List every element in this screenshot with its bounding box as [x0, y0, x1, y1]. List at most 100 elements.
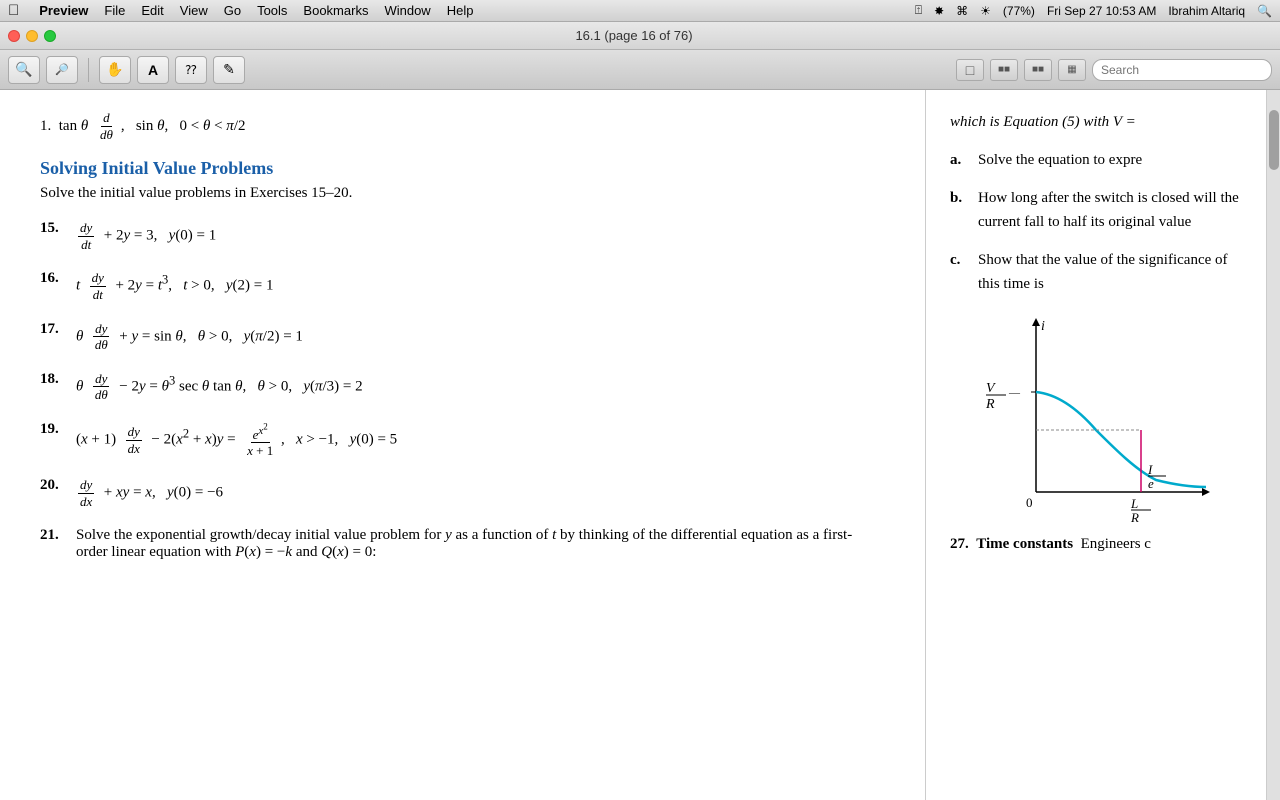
svg-text:i: i	[1041, 319, 1045, 334]
menu-help[interactable]: Help	[447, 3, 474, 18]
menu-edit[interactable]: Edit	[141, 3, 163, 18]
label-c: c.	[950, 248, 970, 296]
right-page-content: which is Equation (5) with V = a. Solve …	[950, 110, 1242, 556]
main-window: 16.1 (page 16 of 76) 🔍 🔎 ✋ A ⁇ ✎ □ ■■ ■■…	[0, 22, 1280, 800]
problem-17: 17. θ dy dθ + y = sin θ, θ > 0, y(π/2) =…	[40, 321, 885, 353]
frac-dy-dtheta-18: dy dθ	[93, 371, 110, 403]
top-formula-text: 1. tan θ	[40, 118, 92, 135]
right-item-a: a. Solve the equation to expre	[950, 148, 1242, 172]
toolbar: 🔍 🔎 ✋ A ⁇ ✎ □ ■■ ■■ ▦	[0, 50, 1280, 90]
problem-27-num: 27.	[950, 536, 969, 552]
section-intro: Solve the initial value problems in Exer…	[40, 185, 885, 202]
problem-18-num: 18.	[40, 371, 76, 388]
username: Ibrahim Altariq	[1168, 4, 1245, 18]
svg-text:e: e	[1148, 476, 1154, 491]
search-input[interactable]	[1092, 59, 1272, 81]
view-grid-button[interactable]: ▦	[1058, 59, 1086, 81]
toolbar-separator-1	[88, 58, 89, 82]
label-b: b.	[950, 186, 970, 234]
text-button[interactable]: A	[137, 56, 169, 84]
right-item-c: c. Show that the value of the significan…	[950, 248, 1242, 296]
problem-27-text: Engineers c	[1081, 536, 1151, 552]
view-thumb-button[interactable]: ■■	[1024, 59, 1052, 81]
graph-container: V R i	[976, 312, 1216, 532]
minimize-button[interactable]	[26, 30, 38, 42]
title-bar: 16.1 (page 16 of 76)	[0, 22, 1280, 50]
search-menubar-icon[interactable]: 🔍	[1257, 4, 1272, 18]
bluetooth-icon: ✸	[934, 4, 944, 18]
problem-27-bold: Time constants	[976, 536, 1073, 552]
frac-dy-dt-15: dy dt	[78, 220, 94, 252]
problem-16: 16. t dy dt + 2y = t3, t > 0, y(2) = 1	[40, 270, 885, 302]
zoom-out-button[interactable]: 🔍	[8, 56, 40, 84]
close-button[interactable]	[8, 30, 20, 42]
svg-text:0: 0	[1026, 495, 1033, 510]
right-page: which is Equation (5) with V = a. Solve …	[926, 90, 1266, 800]
menu-bar:  Preview File Edit View Go Tools Bookma…	[0, 0, 1280, 22]
section-header: Solving Initial Value Problems	[40, 158, 885, 179]
view-single-button[interactable]: □	[956, 59, 984, 81]
battery-status: (77%)	[1003, 4, 1035, 18]
left-page: 1. tan θ d dθ , sin θ, 0 < θ < π/2 Solvi…	[0, 90, 926, 800]
problem-21-num: 21.	[40, 527, 76, 544]
toolbar-right: □ ■■ ■■ ▦	[956, 59, 1272, 81]
pan-button[interactable]: ✋	[99, 56, 131, 84]
scrollbar[interactable]	[1266, 90, 1280, 800]
menu-preview[interactable]: Preview	[39, 3, 88, 18]
problem-15-eq: dy dt + 2y = 3, y(0) = 1	[76, 220, 216, 252]
svg-text:L: L	[1130, 496, 1138, 511]
problem-21-text: Solve the exponential growth/decay initi…	[76, 527, 885, 561]
menubar-right: ⍐ ✸ ⌘ ☀ (77%) Fri Sep 27 10:53 AM Ibrahi…	[915, 3, 1272, 18]
problem-19-num: 19.	[40, 421, 76, 438]
right-item-b-text: How long after the switch is closed will…	[978, 186, 1242, 234]
problem-21-item: 21. Solve the exponential growth/decay i…	[40, 527, 885, 561]
top-formula-rest: , sin θ, 0 < θ < π/2	[121, 118, 246, 135]
problem-15: 15. dy dt + 2y = 3, y(0) = 1	[40, 220, 885, 252]
graph-svg: V R i	[976, 312, 1216, 532]
menu-tools[interactable]: Tools	[257, 3, 287, 18]
frac-dy-dx-20: dy dx	[78, 477, 94, 509]
right-item-a-text: Solve the equation to expre	[978, 148, 1142, 172]
annotate-button[interactable]: ✎	[213, 56, 245, 84]
problem-16-eq: t dy dt + 2y = t3, t > 0, y(2) = 1	[76, 270, 274, 302]
menu-go[interactable]: Go	[224, 3, 241, 18]
frac-dy-dtheta-17: dy dθ	[93, 321, 110, 353]
menu-file[interactable]: File	[104, 3, 125, 18]
maximize-button[interactable]	[44, 30, 56, 42]
right-item-b: b. How long after the switch is closed w…	[950, 186, 1242, 234]
problem-20-eq: dy dx + xy = x, y(0) = −6	[76, 477, 223, 509]
problem-15-num: 15.	[40, 220, 76, 237]
svg-text:R: R	[1130, 510, 1139, 525]
right-top-text: which is Equation (5) with V =	[950, 110, 1242, 134]
svg-text:—: —	[1008, 387, 1021, 399]
svg-text:I: I	[1147, 462, 1153, 477]
problem-19: 19. (x + 1) dy dx − 2(x2 + x)y = ex2 x +…	[40, 421, 885, 459]
problem-20-num: 20.	[40, 477, 76, 494]
volume-icon: ☀	[980, 4, 991, 18]
menu-bookmarks[interactable]: Bookmarks	[303, 3, 368, 18]
frac-dtheta: d dθ	[98, 110, 115, 142]
top-formula: 1. tan θ d dθ , sin θ, 0 < θ < π/2	[40, 110, 885, 142]
menu-window[interactable]: Window	[384, 3, 430, 18]
problem-18: 18. θ dy dθ − 2y = θ3 sec θ tan θ, θ > 0…	[40, 371, 885, 403]
wifi-icon: ⌘	[956, 4, 968, 18]
grid-button[interactable]: ⁇	[175, 56, 207, 84]
svg-text:R: R	[985, 397, 995, 412]
frac-dy-dt-16: dy dt	[90, 270, 106, 302]
problem-17-eq: θ dy dθ + y = sin θ, θ > 0, y(π/2) = 1	[76, 321, 303, 353]
problem-list: 15. dy dt + 2y = 3, y(0) = 1 16. t	[40, 220, 885, 509]
zoom-in-button[interactable]: 🔎	[46, 56, 78, 84]
menu-view[interactable]: View	[180, 3, 208, 18]
problem-19-eq: (x + 1) dy dx − 2(x2 + x)y = ex2 x + 1 ,…	[76, 421, 397, 459]
problem-20: 20. dy dx + xy = x, y(0) = −6	[40, 477, 885, 509]
frac-ex2-19: ex2 x + 1	[245, 421, 275, 459]
label-a: a.	[950, 148, 970, 172]
problem-17-num: 17.	[40, 321, 76, 338]
view-double-button[interactable]: ■■	[990, 59, 1018, 81]
graph-area: V R i	[950, 312, 1242, 532]
scrollbar-thumb[interactable]	[1269, 110, 1279, 170]
window-title: 16.1 (page 16 of 76)	[64, 28, 1204, 43]
datetime: Fri Sep 27 10:53 AM	[1047, 4, 1156, 18]
problem-18-eq: θ dy dθ − 2y = θ3 sec θ tan θ, θ > 0, y(…	[76, 371, 363, 403]
battery-icon: ⍐	[915, 3, 922, 18]
